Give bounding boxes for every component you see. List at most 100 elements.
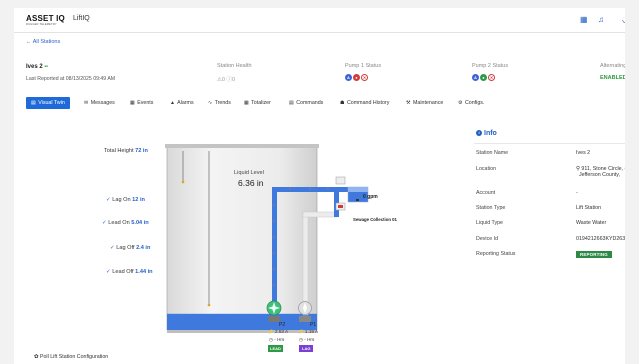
tab-label: Visual Twin: [38, 100, 65, 106]
station-name: Ives 2: [26, 64, 43, 70]
info-title: i Info: [476, 130, 497, 137]
tab-maintenance[interactable]: ⚒ Maintenance: [406, 97, 443, 109]
lead-off-value: 1.44 in: [135, 269, 153, 275]
info-title-text: Info: [484, 130, 497, 137]
reporting-status-badge: REPORTING: [576, 251, 612, 258]
app-window: ASSET IQ RUGGED TELEMETRY LiftIQ ▦ ♫ ◡ D…: [14, 8, 639, 364]
auto-badge-icon: A: [345, 74, 352, 81]
level-transducer-icon: [181, 180, 185, 184]
location-line2: Jefferson County,: [578, 172, 620, 178]
pump-p2-hours: ◷ - Hrs: [269, 337, 284, 343]
tab-label: Totalizer: [251, 100, 271, 106]
pump-p1-hours: ◷ - Hrs: [299, 337, 314, 343]
tab-label: Events: [137, 100, 154, 106]
tab-label: Configs.: [464, 100, 485, 106]
total-height-value: 72 in: [135, 148, 148, 154]
pump-p1-label: P1: [310, 322, 316, 328]
flow-rate: 0 gpm: [363, 194, 378, 200]
lag-on-value: 12 in: [132, 197, 145, 203]
alarms-icon: ▲: [170, 100, 175, 106]
lag-on-label: Lag On: [112, 197, 131, 203]
run-badge-icon: ●: [353, 74, 360, 81]
tab-totalizer[interactable]: ▦ Totalizer: [244, 97, 271, 109]
lag-on: ✓ Lag On 12 in: [106, 197, 145, 203]
station-health-value: ⚠0 ⓘ0: [217, 77, 236, 83]
gear-icon: ⚙: [458, 100, 463, 106]
clock-icon: ◷: [269, 337, 274, 342]
current-icon: ⚡: [298, 329, 304, 334]
grid-menu-icon[interactable]: ▦: [580, 15, 588, 24]
pump-p2-icon: [266, 300, 282, 322]
tab-events[interactable]: ▦ Events: [130, 97, 153, 109]
clock-icon: ◷: [299, 337, 304, 342]
lift-station-diagram: P2 P1: [26, 111, 472, 364]
tab-command-history[interactable]: ☗ Command History: [340, 97, 389, 109]
pump-p1-icon: [298, 301, 312, 322]
liquid-fill: [167, 313, 317, 330]
pump-p2-current: ⚡ 2.53 A: [268, 329, 288, 335]
liquid-level-value: 6.36 in: [238, 178, 264, 188]
maintenance-icon: ⚒: [406, 100, 411, 106]
auto-badge-icon: A: [472, 74, 479, 81]
totalizer-icon: ▦: [244, 100, 249, 106]
lag-pump-riser-pipe: [302, 211, 309, 316]
tab-commands[interactable]: ▤ Commands: [289, 97, 323, 109]
station-name-line: Ives 2 ••: [26, 64, 48, 70]
tab-configs[interactable]: ⚙ Configs.: [458, 97, 484, 109]
info-key: Reporting Status: [476, 251, 516, 257]
visual-twin-panel: P2 P1 Total Height 72 in ✓ Lag On 12 in …: [26, 111, 472, 364]
tab-label: Alarms: [177, 100, 194, 106]
lead-on-label: Lead On: [108, 220, 130, 226]
pump-p2-label: P2: [279, 322, 285, 328]
lead-off: ✓ Lead Off 1.44 in: [106, 269, 153, 275]
poll-button-label: Poll Lift Station Configuration: [39, 354, 109, 360]
tab-messages[interactable]: ✉ Messages: [84, 97, 115, 109]
top-bar: ASSET IQ RUGGED TELEMETRY LiftIQ ▦ ♫ ◡ D…: [14, 8, 639, 33]
pump1-status-badges: A ● ✕: [345, 74, 369, 81]
info-key: Station Type: [476, 205, 506, 211]
pump-p2-hours-value: - Hrs: [274, 337, 285, 342]
check-icon: ✓: [106, 269, 111, 275]
command-history-icon: ☗: [340, 100, 345, 106]
destination-label: Sewage Collection 01: [353, 217, 397, 222]
pump2-status-badges: A ● ✕: [472, 74, 496, 81]
info-key: Liquid Type: [476, 220, 503, 226]
info-value: Waste Water: [576, 220, 607, 226]
commands-icon: ▤: [289, 100, 294, 106]
lead-off-label: Lead Off: [112, 269, 134, 275]
alternating-label: Alternating: [600, 63, 627, 69]
tank-lid: [165, 144, 319, 148]
twin-icon: ▤: [31, 100, 36, 106]
tab-label: Commands: [296, 100, 324, 106]
tab-trends[interactable]: ∿ Trends: [208, 97, 231, 109]
messages-icon: ✉: [84, 100, 89, 106]
info-value: ⚲ 911, Stone Circle, ( Jefferson County,: [576, 166, 626, 178]
lag-off-value: 2.4 in: [136, 245, 151, 251]
gear-icon: ✿: [34, 354, 39, 360]
pump-p1-hours-value: - Hrs: [304, 337, 315, 342]
poll-configuration-button[interactable]: ✿ Poll Lift Station Configuration: [34, 354, 108, 360]
notification-bell-icon[interactable]: ♫: [598, 15, 604, 24]
lead-on: ✓ Lead On 5.04 in: [102, 220, 149, 226]
tab-label: Command History: [346, 100, 390, 106]
lead-pump-riser-pipe: [272, 187, 277, 315]
page-background-edge: [625, 0, 639, 364]
check-icon: ✓: [102, 220, 107, 226]
check-icon: ✓: [106, 197, 111, 203]
all-stations-link[interactable]: ← All Stations: [26, 39, 60, 45]
pump2-status-label: Pump 2 Status: [472, 63, 509, 69]
total-height-label: Total Height: [104, 148, 134, 154]
pump-p1-current: ⚡ 1.19 A: [298, 329, 318, 335]
station-health-label: Station Health: [217, 63, 252, 69]
pump-p1-lag-badge: LAG: [299, 345, 314, 352]
tab-alarms[interactable]: ▲ Alarms: [170, 97, 194, 109]
tab-visual-twin[interactable]: ▤ Visual Twin: [26, 97, 70, 109]
info-value: REPORTING: [576, 251, 612, 258]
logo-subtitle: RUGGED TELEMETRY: [26, 23, 57, 26]
logo: ASSET IQ: [26, 14, 65, 23]
float-icon: [207, 303, 211, 307]
events-icon: ▦: [130, 100, 135, 106]
fault-badge-icon: ✕: [488, 74, 495, 81]
signal-icon: ••: [44, 64, 48, 70]
info-key: Account: [476, 190, 496, 196]
